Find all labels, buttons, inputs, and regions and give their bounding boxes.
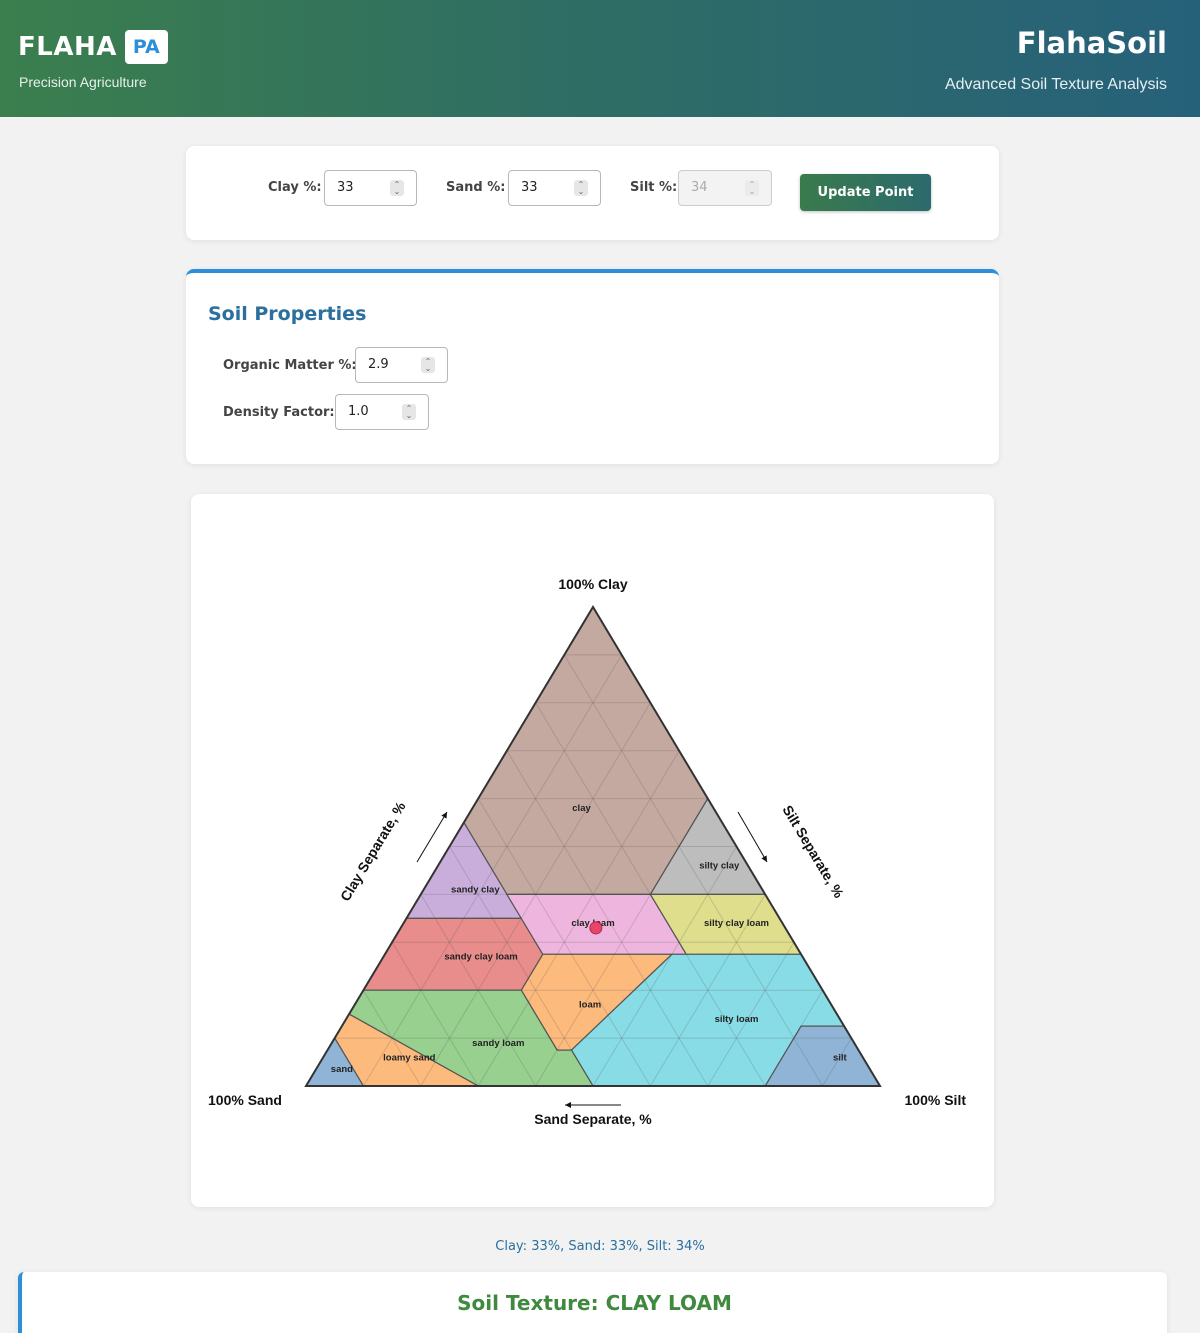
region-label-sandy-loam: sandy loam [472,1038,524,1049]
sand-stepper-icon[interactable]: ⌃ ⌄ [574,180,588,196]
clay-axis-arrow [416,811,448,863]
organic-matter-input[interactable]: 2.9 ⌃ ⌄ [355,347,448,383]
app-title: FlahaSoil [1016,26,1167,60]
organic-matter-stepper-icon[interactable]: ⌃ ⌄ [421,357,435,373]
logo-badge: PA [124,30,168,64]
region-label-sand: sand [331,1064,353,1075]
sand-input-value: 33 [521,180,538,195]
update-point-button[interactable]: Update Point [800,174,931,211]
soil-properties-title: Soil Properties [208,303,367,325]
organic-matter-value: 2.9 [368,357,389,372]
silt-axis-label: Silt Separate, % [779,802,847,901]
composition-point [589,921,603,935]
composition-readout: Clay: 33%, Sand: 33%, Silt: 34% [495,1239,705,1254]
apex-label-clay: 100% Clay [558,576,627,592]
region-label-silty-clay: silty clay [699,861,740,872]
soil-properties-panel: Soil Properties Organic Matter %: 2.9 ⌃ ⌄… [186,269,999,464]
density-factor-input[interactable]: 1.0 ⌃ ⌄ [335,394,429,430]
sand-axis-label: Sand Separate, % [534,1111,652,1127]
region-label-sandy-clay-loam: sandy clay loam [444,952,517,963]
density-factor-value: 1.0 [348,404,369,419]
tagline: Precision Agriculture [19,74,147,90]
region-label-sandy-clay: sandy clay [451,885,500,896]
sand-label: Sand %: [446,180,506,195]
silt-label: Silt %: [630,180,678,195]
soil-texture-triangle-card: clay silty clay sandy clay clay loam silty c… [191,494,994,1207]
apex-label-silt: 100% Silt [905,1092,967,1108]
organic-matter-label: Organic Matter %: [223,358,357,373]
clay-stepper-icon[interactable]: ⌃ ⌄ [390,180,404,196]
clay-input[interactable]: 33 ⌃ ⌄ [324,170,417,206]
region-label-loam: loam [579,1000,601,1011]
flaha-logo[interactable]: FLAHA PA [18,30,168,64]
silt-input: 34 ⌃ ⌄ [678,170,772,206]
app-subtitle: Advanced Soil Texture Analysis [944,76,1167,93]
region-label-silty-loam: silty loam [715,1014,759,1025]
app-header: FLAHA PA Precision Agriculture FlahaSoil… [0,0,1200,117]
soil-texture-result: Soil Texture: CLAY LOAM [457,1291,732,1315]
soil-texture-triangle[interactable]: claysilty claysandy clayclay loam silty c… [191,494,994,1207]
result-panel: Soil Texture: CLAY LOAM [18,1272,1167,1333]
region-label-loamy-sand: loamy sand [383,1052,435,1063]
density-factor-stepper-icon[interactable]: ⌃ ⌄ [402,404,416,420]
sand-input[interactable]: 33 ⌃ ⌄ [508,170,601,206]
composition-input-panel: Clay %: 33 ⌃ ⌄ Sand %: 33 ⌃ ⌄ Silt %: 34 ⌃… [186,146,999,240]
clay-label: Clay %: [268,180,322,195]
region-label-silty-clay-loam: silty clay loam [704,918,769,929]
silt-stepper-icon: ⌃ ⌄ [745,180,759,196]
logo-text: FLAHA [18,32,117,62]
region-label-silt: silt [833,1052,848,1063]
silt-input-value: 34 [691,180,708,195]
density-factor-label: Density Factor: [223,405,335,420]
clay-axis-label: Clay Separate, % [337,798,409,903]
apex-label-sand: 100% Sand [208,1092,282,1108]
clay-input-value: 33 [337,180,354,195]
region-label-clay: clay [572,803,591,814]
